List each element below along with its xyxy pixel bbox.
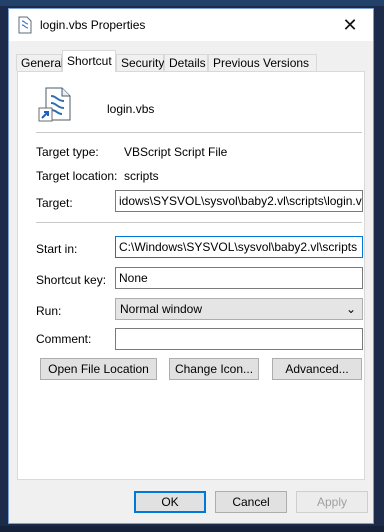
ok-button[interactable]: OK [134, 491, 206, 513]
tab-general[interactable]: General [16, 54, 64, 71]
tab-details[interactable]: Details [164, 54, 208, 71]
target-input[interactable]: idows\SYSVOL\sysvol\baby2.vl\scripts\log… [115, 190, 363, 212]
chevron-down-icon: ⌄ [345, 302, 356, 316]
advanced-button[interactable]: Advanced... [272, 358, 362, 380]
window-title: login.vbs Properties [40, 18, 146, 32]
desktop-bottom-edge [0, 526, 384, 532]
separator [36, 222, 362, 223]
properties-dialog: login.vbs Properties ✕ General Shortcut … [8, 8, 374, 524]
target-location-label: Target location: [36, 169, 118, 183]
vbscript-file-icon [38, 87, 71, 122]
cancel-button[interactable]: Cancel [215, 491, 287, 513]
shortcut-key-label: Shortcut key: [36, 273, 107, 287]
run-select[interactable]: Normal window ⌄ [115, 298, 363, 320]
run-label: Run: [36, 304, 62, 318]
separator [36, 132, 362, 133]
file-name: login.vbs [107, 102, 155, 116]
title-bar: login.vbs Properties ✕ [9, 9, 373, 41]
shortcut-panel: login.vbs Target type: VBScript Script F… [17, 71, 365, 480]
comment-label: Comment: [36, 332, 92, 346]
open-file-location-button[interactable]: Open File Location [40, 358, 157, 380]
tab-previous-versions[interactable]: Previous Versions [208, 54, 317, 71]
comment-input[interactable] [115, 328, 363, 350]
target-label: Target: [36, 196, 73, 210]
close-button[interactable]: ✕ [327, 9, 373, 41]
tab-shortcut[interactable]: Shortcut [62, 50, 116, 72]
apply-button[interactable]: Apply [296, 491, 368, 513]
close-icon: ✕ [342, 15, 358, 35]
script-file-icon [18, 16, 32, 34]
tab-security[interactable]: Security [116, 54, 164, 71]
target-type-label: Target type: [36, 145, 99, 159]
shortcut-key-input[interactable]: None [115, 267, 363, 289]
change-icon-button[interactable]: Change Icon... [169, 358, 259, 380]
start-in-label: Start in: [36, 242, 78, 256]
start-in-input[interactable]: C:\Windows\SYSVOL\sysvol\baby2.vl\script… [115, 236, 363, 258]
desktop-top-edge [0, 0, 384, 6]
target-type-value: VBScript Script File [124, 145, 228, 159]
run-select-value: Normal window [120, 302, 203, 316]
target-location-value: scripts [124, 169, 159, 183]
